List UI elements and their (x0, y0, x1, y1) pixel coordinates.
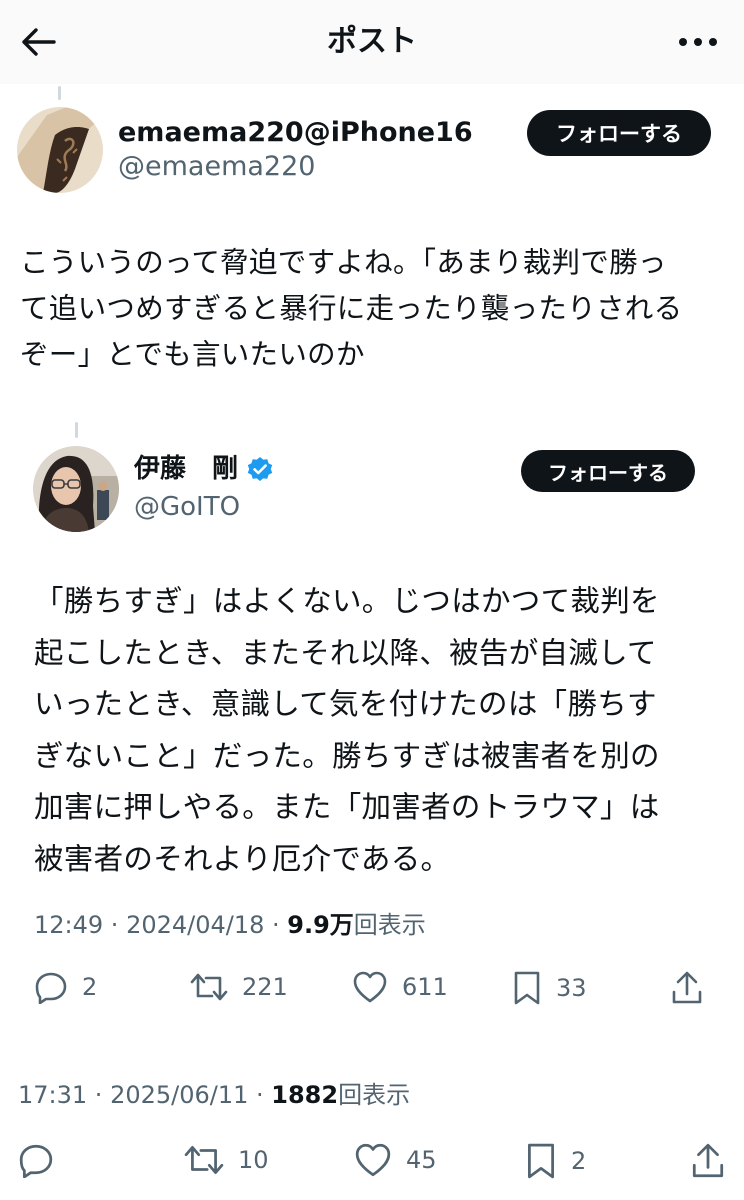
bookmark-count: 2 (571, 1147, 587, 1175)
quoted-share-button[interactable] (670, 970, 704, 1006)
quoted-avatar[interactable] (33, 446, 119, 532)
meta-separator: · (264, 911, 288, 939)
quoted-post-date: 2024/04/18 (126, 911, 265, 939)
quoted-like-count: 611 (402, 973, 448, 1001)
heart-icon (355, 1143, 391, 1177)
quoted-post-meta: 12:49 · 2024/04/18 · 9.9万回表示 (34, 910, 426, 940)
meta-separator: · (87, 1081, 111, 1109)
repost-button[interactable]: 10 (184, 1142, 269, 1178)
author-display-name[interactable]: emaema220@iPhone16 (118, 116, 473, 150)
post-meta: 17:31 · 2025/06/11 · 1882回表示 (18, 1080, 410, 1110)
post-detail-page: ポスト emaema220@iPhone16 @emaema220 フォローする… (0, 0, 744, 1200)
repost-count: 10 (238, 1146, 269, 1174)
like-count: 45 (406, 1146, 437, 1174)
repost-icon (190, 973, 228, 1001)
quoted-author-display-name[interactable]: 伊藤 剛 (134, 452, 238, 486)
bookmark-button[interactable]: 2 (525, 1142, 586, 1180)
avatar-image (17, 107, 103, 193)
heart-icon (353, 971, 387, 1003)
quoted-post-text: 「勝ちすぎ」はよくない。じつはかつて裁判を 起こしたとき、またそれ以降、被告が自… (34, 584, 660, 876)
bookmark-icon (528, 1143, 554, 1179)
quoted-post-time: 12:49 (34, 911, 104, 939)
post-time: 17:31 (18, 1081, 88, 1109)
quoted-repost-count: 221 (242, 973, 288, 1001)
quoted-bookmark-button[interactable]: 33 (512, 970, 587, 1006)
meta-separator: · (103, 911, 127, 939)
quoted-reply-count: 2 (82, 973, 98, 1001)
more-options-button[interactable] (672, 22, 724, 62)
share-icon (692, 1143, 724, 1178)
post-text: こういうのって脅迫ですよね。「あまり裁判で勝っ て追いつめすぎると暴行に走ったり… (20, 246, 683, 371)
reply-icon (35, 972, 67, 1004)
top-bar: ポスト (0, 0, 744, 84)
quoted-repost-button[interactable]: 221 (190, 970, 288, 1004)
quoted-view-count: 9.9万 (287, 911, 354, 939)
quoted-like-button[interactable]: 611 (352, 970, 448, 1004)
view-label: 回表示 (338, 1081, 411, 1109)
more-dots-icon (679, 38, 717, 46)
thread-connector (58, 86, 61, 100)
post-date: 2025/06/11 (110, 1081, 249, 1109)
avatar[interactable] (17, 107, 103, 193)
quoted-follow-button[interactable]: フォローする (521, 450, 695, 492)
quoted-bookmark-count: 33 (556, 974, 587, 1002)
follow-button[interactable]: フォローする (527, 110, 711, 156)
quoted-view-label: 回表示 (353, 911, 426, 939)
quoted-reply-button[interactable]: 2 (34, 970, 97, 1004)
quoted-avatar-image (33, 446, 119, 532)
repost-icon (184, 1146, 224, 1175)
reply-button[interactable] (18, 1142, 68, 1178)
view-count: 1882 (271, 1081, 339, 1109)
like-button[interactable]: 45 (354, 1142, 437, 1178)
verified-badge-icon (247, 457, 273, 481)
author-handle[interactable]: @emaema220 (118, 150, 315, 184)
quoted-thread-connector (75, 422, 78, 438)
page-title: ポスト (327, 24, 417, 59)
share-icon (672, 971, 702, 1004)
bookmark-icon (514, 971, 540, 1005)
quoted-author-handle[interactable]: @GoITO (134, 490, 240, 524)
reply-icon (19, 1144, 53, 1178)
meta-separator: · (248, 1081, 272, 1109)
share-button[interactable] (690, 1142, 726, 1180)
